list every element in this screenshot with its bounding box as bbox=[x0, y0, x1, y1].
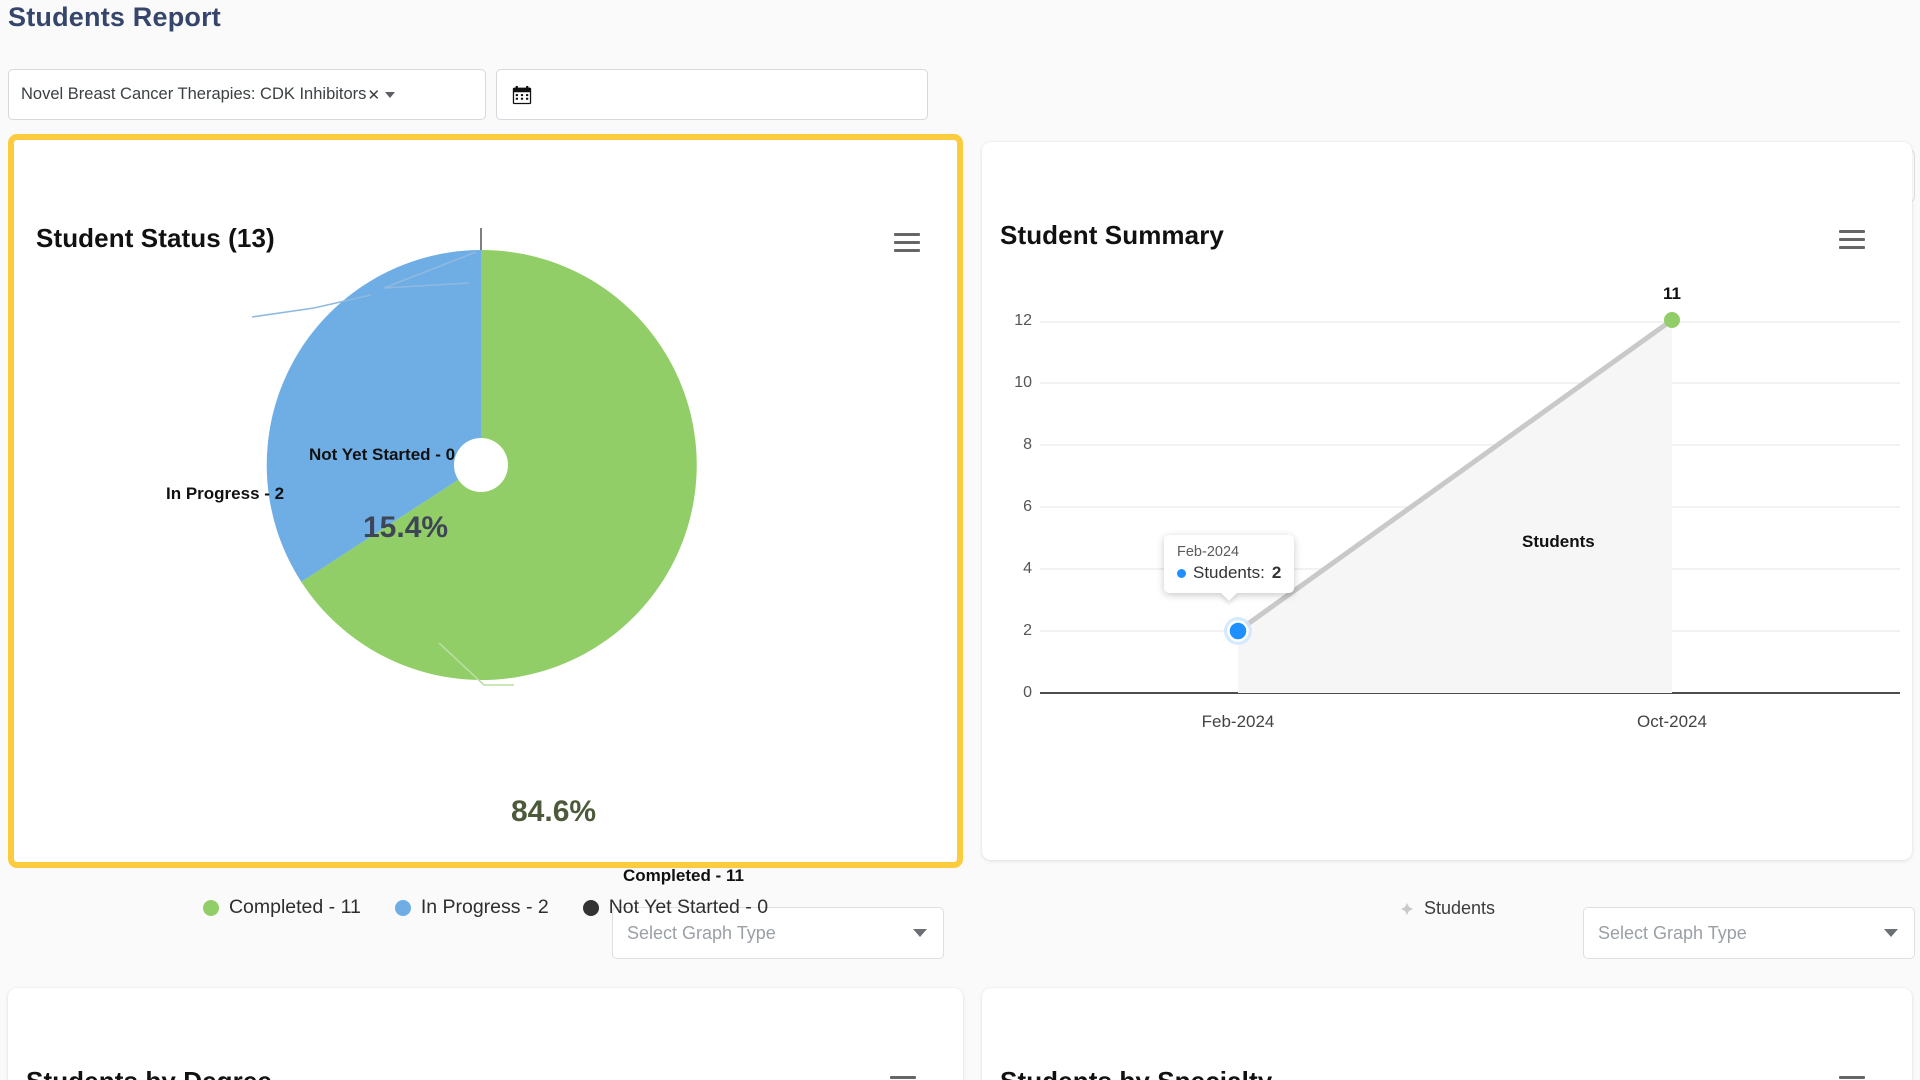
card-students-by-degree[interactable]: Students by Degree bbox=[8, 988, 963, 1080]
pie-chart-svg bbox=[251, 228, 697, 686]
calendar-icon bbox=[512, 85, 532, 104]
pie-percent-in-progress: 15.4% bbox=[363, 511, 449, 544]
line-legend: Students bbox=[982, 898, 1912, 919]
hamburger-menu-icon[interactable] bbox=[890, 1076, 916, 1080]
card-student-summary[interactable]: Student Summary 12 10 8 6 4 2 0 Feb-2024… bbox=[982, 142, 1912, 918]
legend-item-completed[interactable]: Completed - 11 bbox=[202, 896, 361, 919]
y-tick-0: 0 bbox=[1023, 684, 1032, 701]
line-data-label-oct-2024: 11 bbox=[1663, 284, 1681, 303]
pie-legend: Completed - 11 In Progress - 2 Not Yet S… bbox=[14, 896, 957, 919]
tooltip-series-dot-icon bbox=[1177, 568, 1186, 578]
legend-label-students[interactable]: Students bbox=[1424, 898, 1495, 919]
legend-label-not-yet-started: Not Yet Started - 0 bbox=[608, 896, 769, 918]
date-range-picker[interactable] bbox=[496, 69, 928, 120]
pie-donut-hole bbox=[454, 438, 508, 492]
chevron-down-icon[interactable] bbox=[913, 929, 927, 937]
y-tick-6: 6 bbox=[1023, 498, 1032, 515]
legend-label-completed: Completed - 11 bbox=[228, 896, 361, 918]
hamburger-menu-icon[interactable] bbox=[1839, 1076, 1865, 1080]
tooltip-series-label: Students: bbox=[1193, 563, 1265, 582]
pie-percent-completed: 84.6% bbox=[511, 795, 597, 828]
legend-swatch-not-yet-started bbox=[582, 899, 599, 916]
chevron-down-icon[interactable] bbox=[385, 91, 396, 98]
line-point-oct-2024 bbox=[1664, 312, 1680, 328]
tooltip-row: Students: 2 bbox=[1177, 563, 1281, 583]
line-chart: 12 10 8 6 4 2 0 Feb-2024 Oct-2024 11 Stu… bbox=[982, 142, 1912, 918]
pie-callout-in-progress: In Progress - 2 bbox=[166, 484, 285, 503]
line-series-annotation: Students bbox=[1522, 532, 1595, 551]
card-students-by-specialty[interactable]: Students by Specialty bbox=[982, 988, 1912, 1080]
y-tick-2: 2 bbox=[1023, 622, 1032, 639]
filter-row: Novel Breast Cancer Therapies: CDK Inhib… bbox=[8, 69, 928, 120]
legend-swatch-in-progress bbox=[394, 899, 411, 916]
legend-item-not-yet-started[interactable]: Not Yet Started - 0 bbox=[582, 896, 769, 919]
pie-callout-completed: Completed - 11 bbox=[623, 866, 744, 885]
legend-label-in-progress: In Progress - 2 bbox=[420, 896, 549, 918]
line-point-feb-2024 bbox=[1227, 620, 1249, 642]
chevron-down-icon[interactable] bbox=[1884, 929, 1898, 937]
y-tick-12: 12 bbox=[1014, 312, 1032, 329]
y-tick-10: 10 bbox=[1014, 374, 1032, 391]
legend-swatch-completed bbox=[202, 899, 219, 916]
x-tick-oct-2024: Oct-2024 bbox=[1637, 712, 1707, 731]
legend-marker-students-icon bbox=[1400, 902, 1413, 915]
tooltip-arrow bbox=[1220, 592, 1239, 601]
line-chart-svg bbox=[1040, 312, 1900, 694]
course-multiselect[interactable]: Novel Breast Cancer Therapies: CDK Inhib… bbox=[8, 69, 486, 120]
y-tick-8: 8 bbox=[1023, 436, 1032, 453]
students-by-specialty-title: Students by Specialty bbox=[1000, 1066, 1272, 1080]
legend-item-in-progress[interactable]: In Progress - 2 bbox=[394, 896, 549, 919]
x-tick-feb-2024: Feb-2024 bbox=[1201, 712, 1275, 731]
clear-icon[interactable]: ✕ bbox=[367, 86, 380, 104]
students-report-page: Students Report Novel Breast Cancer Ther… bbox=[0, 0, 1920, 1080]
y-tick-4: 4 bbox=[1023, 560, 1032, 577]
students-by-degree-title: Students by Degree bbox=[26, 1066, 272, 1080]
graph-type-placeholder: Select Graph Type bbox=[1598, 922, 1747, 943]
graph-type-placeholder: Select Graph Type bbox=[627, 922, 776, 943]
pie-callout-not-yet-started: Not Yet Started - 0 bbox=[309, 445, 456, 464]
card-student-status[interactable]: Student Status (13) Not Yet Started - 0 … bbox=[8, 134, 963, 918]
pie-chart: Not Yet Started - 0 In Progress - 2 Comp… bbox=[14, 140, 957, 918]
tooltip-value: 2 bbox=[1271, 563, 1282, 582]
tooltip-title: Feb-2024 bbox=[1177, 544, 1240, 560]
course-multiselect-value: Novel Breast Cancer Therapies: CDK Inhib… bbox=[21, 85, 367, 103]
line-tooltip: Feb-2024 Students: 2 bbox=[1164, 535, 1295, 601]
page-title: Students Report bbox=[8, 2, 222, 32]
